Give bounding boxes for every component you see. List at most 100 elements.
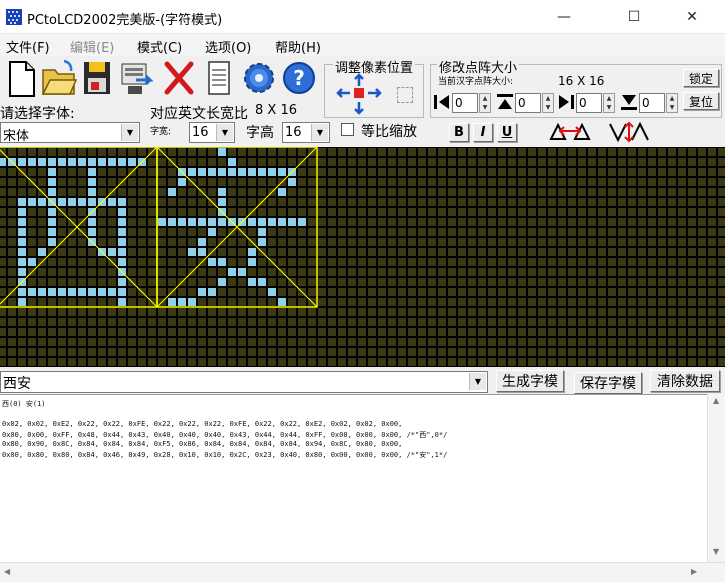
pixel[interactable] xyxy=(518,358,526,366)
pixel[interactable] xyxy=(218,318,226,326)
pixel[interactable] xyxy=(178,228,186,236)
pixel[interactable] xyxy=(308,168,316,176)
pixel[interactable] xyxy=(688,328,696,336)
pixel[interactable] xyxy=(658,298,666,306)
pixel[interactable] xyxy=(158,168,166,176)
pixel[interactable] xyxy=(218,348,226,356)
pixel[interactable] xyxy=(218,178,226,186)
pixel[interactable] xyxy=(388,328,396,336)
pixel[interactable] xyxy=(328,268,336,276)
pixel[interactable] xyxy=(238,248,246,256)
lit-pixel[interactable] xyxy=(48,238,56,246)
pixel[interactable] xyxy=(518,148,526,156)
pixel[interactable] xyxy=(358,358,366,366)
pixel[interactable] xyxy=(458,248,466,256)
pixel[interactable] xyxy=(78,338,86,346)
pixel[interactable] xyxy=(578,298,586,306)
lit-pixel[interactable] xyxy=(98,158,106,166)
pixel[interactable] xyxy=(368,178,376,186)
pixel[interactable] xyxy=(568,298,576,306)
pixel[interactable] xyxy=(218,288,226,296)
pixel[interactable] xyxy=(338,188,346,196)
lit-pixel[interactable] xyxy=(228,268,236,276)
pixel[interactable] xyxy=(698,258,706,266)
pixel[interactable] xyxy=(628,178,636,186)
pixel[interactable] xyxy=(38,148,46,156)
pixel[interactable] xyxy=(378,318,386,326)
pixel[interactable] xyxy=(28,348,36,356)
pixel[interactable] xyxy=(358,168,366,176)
pixel[interactable] xyxy=(198,228,206,236)
pixel[interactable] xyxy=(78,278,86,286)
pixel[interactable] xyxy=(268,148,276,156)
pixel[interactable] xyxy=(208,308,216,316)
pixel[interactable] xyxy=(468,218,476,226)
pixel[interactable] xyxy=(358,268,366,276)
pixel[interactable] xyxy=(8,188,16,196)
pixel[interactable] xyxy=(438,248,446,256)
pixel[interactable] xyxy=(368,158,376,166)
pixel[interactable] xyxy=(458,268,466,276)
pixel[interactable] xyxy=(678,158,686,166)
pixel[interactable] xyxy=(348,318,356,326)
pixel[interactable] xyxy=(308,328,316,336)
lit-pixel[interactable] xyxy=(88,158,96,166)
pixel[interactable] xyxy=(468,348,476,356)
pixel[interactable] xyxy=(398,258,406,266)
pixel[interactable] xyxy=(638,148,646,156)
pixel[interactable] xyxy=(628,288,636,296)
pixel[interactable] xyxy=(308,318,316,326)
pixel[interactable] xyxy=(188,328,196,336)
pixel[interactable] xyxy=(398,278,406,286)
pixel[interactable] xyxy=(408,158,416,166)
pixel[interactable] xyxy=(498,338,506,346)
pixel[interactable] xyxy=(688,338,696,346)
pixel[interactable] xyxy=(188,318,196,326)
pixel[interactable] xyxy=(228,148,236,156)
pixel[interactable] xyxy=(198,338,206,346)
pixel[interactable] xyxy=(128,248,136,256)
lit-pixel[interactable] xyxy=(208,288,216,296)
pixel[interactable] xyxy=(418,358,426,366)
pixel[interactable] xyxy=(418,188,426,196)
pixel[interactable] xyxy=(608,148,616,156)
pixel[interactable] xyxy=(0,358,6,366)
resize-top-spinner[interactable]: ▲ ▼ xyxy=(542,93,554,113)
delete-x-icon[interactable] xyxy=(160,58,198,98)
pixel[interactable] xyxy=(708,258,716,266)
pixel[interactable] xyxy=(178,288,186,296)
pixel[interactable] xyxy=(638,338,646,346)
pixel[interactable] xyxy=(668,238,676,246)
pixel[interactable] xyxy=(58,298,66,306)
pixel[interactable] xyxy=(688,268,696,276)
pixel[interactable] xyxy=(268,158,276,166)
pixel[interactable] xyxy=(508,158,516,166)
pixel[interactable] xyxy=(118,328,126,336)
pixel[interactable] xyxy=(718,298,725,306)
pixel[interactable] xyxy=(718,238,725,246)
pixel[interactable] xyxy=(568,268,576,276)
lit-pixel[interactable] xyxy=(48,288,56,296)
pixel[interactable] xyxy=(528,328,536,336)
pixel[interactable] xyxy=(0,268,6,276)
pixel[interactable] xyxy=(368,318,376,326)
pixel[interactable] xyxy=(388,168,396,176)
pixel[interactable] xyxy=(498,158,506,166)
pixel[interactable] xyxy=(18,338,26,346)
pixel[interactable] xyxy=(48,308,56,316)
pixel[interactable] xyxy=(408,268,416,276)
pixel[interactable] xyxy=(368,228,376,236)
pixel[interactable] xyxy=(78,328,86,336)
pixel[interactable] xyxy=(598,318,606,326)
pixel[interactable] xyxy=(708,218,716,226)
pixel[interactable] xyxy=(248,198,256,206)
pixel[interactable] xyxy=(718,338,725,346)
pixel[interactable] xyxy=(378,248,386,256)
pixel[interactable] xyxy=(428,248,436,256)
pixel[interactable] xyxy=(188,338,196,346)
pixel[interactable] xyxy=(628,148,636,156)
font-select[interactable]: 宋体 ▼ xyxy=(0,122,140,144)
lit-pixel[interactable] xyxy=(28,198,36,206)
pixel[interactable] xyxy=(468,148,476,156)
pixel[interactable] xyxy=(0,348,6,356)
